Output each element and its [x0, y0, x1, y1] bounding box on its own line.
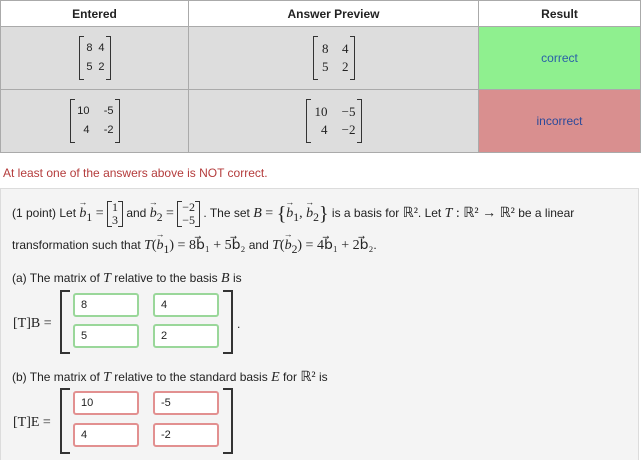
- preview-cell: 10 −5 4 −2: [188, 89, 479, 153]
- map-text: be a linear: [518, 206, 575, 221]
- preview-cell: 84 52: [188, 26, 479, 90]
- part-b-prefix: (b) The matrix of: [12, 370, 100, 384]
- left-bracket: [60, 290, 70, 354]
- part-a-suffix: is: [232, 271, 242, 285]
- part-a-prompt: (a) The matrix of T relative to the basi…: [12, 271, 242, 286]
- entered-value: 10: [77, 105, 90, 117]
- entered-value: 2: [98, 61, 105, 73]
- answer-a-r2c2[interactable]: 2: [153, 324, 219, 348]
- problem-line-2: transformation such that T(b1) = 8b⃗₁ + …: [12, 229, 377, 256]
- transformation-text: transformation such that: [12, 238, 141, 252]
- part-a-label: [T]B =: [13, 316, 52, 331]
- tb1-rhs: 8b⃗₁ + 5b⃗₂: [188, 238, 246, 253]
- entered-value: 5: [86, 61, 93, 73]
- warning-message: At least one of the answers above is NOT…: [3, 166, 268, 180]
- problem-line-1: (1 point) Let b1 = 13 and b2 = −2−5 . Th…: [12, 197, 575, 227]
- set-name: B: [253, 206, 262, 222]
- part-a-middle: relative to the basis: [114, 271, 218, 285]
- basis-text: is a basis for: [331, 206, 400, 221]
- b1-vector: 13: [106, 201, 123, 227]
- b1-symbol: b: [78, 197, 87, 222]
- and-text: and: [126, 206, 147, 221]
- header-answer-preview: Answer Preview: [188, 0, 479, 27]
- answer-b-r1c2[interactable]: -5: [153, 391, 219, 415]
- part-b-label: [T]E =: [13, 415, 51, 430]
- answer-b-r1c1[interactable]: 10: [73, 391, 139, 415]
- part-b-for: for: [282, 370, 297, 384]
- result-row-2: 10 -5 4 -2 10 −5 4 −2 incorrect: [0, 89, 641, 153]
- entered-matrix: 10 -5 4 -2: [69, 99, 120, 143]
- tb2-rhs: 4b⃗₁ + 2b⃗₂: [316, 238, 374, 253]
- entered-value: 8: [86, 42, 93, 54]
- result-correct: correct: [478, 26, 641, 90]
- preview-value: 4: [321, 122, 328, 137]
- entered-cell: 84 52: [0, 26, 189, 90]
- header-result: Result: [478, 0, 641, 27]
- part-a-basis: B: [221, 271, 230, 286]
- space-symbol: ℝ²: [402, 206, 418, 222]
- entered-cell: 10 -5 4 -2: [0, 89, 189, 153]
- answer-a-r1c1[interactable]: 8: [73, 293, 139, 317]
- b2-entry: −5: [182, 213, 196, 227]
- results-header-row: Entered Answer Preview Result: [0, 0, 641, 27]
- b2-symbol: b: [149, 197, 158, 222]
- problem-intro: (1 point) Let: [12, 206, 77, 221]
- preview-matrix: 10 −5 4 −2: [305, 99, 362, 143]
- entered-value: 4: [83, 124, 90, 136]
- preview-value: 10: [314, 104, 328, 119]
- part-b-middle: relative to the standard basis: [114, 370, 268, 384]
- b1-entry: 3: [111, 213, 118, 227]
- problem-panel: (1 point) Let b1 = 13 and b2 = −2−5 . Th…: [0, 188, 639, 460]
- left-bracket: [60, 388, 70, 454]
- entered-value: -2: [103, 124, 114, 136]
- part-b-prompt: (b) The matrix of T relative to the stan…: [12, 370, 328, 385]
- let-text: . Let: [417, 206, 442, 221]
- result-incorrect: incorrect: [478, 89, 641, 153]
- answer-a-r2c1[interactable]: 5: [73, 324, 139, 348]
- header-entered: Entered: [0, 0, 189, 27]
- b2-subscript: 2: [156, 210, 163, 224]
- entered-value: 4: [98, 42, 105, 54]
- b2-definition: b2 =: [149, 197, 174, 224]
- part-b-suffix: is: [318, 370, 328, 384]
- b2-vector: −2 −5: [177, 201, 200, 227]
- results-table: Entered Answer Preview Result 84 52 84 5…: [0, 0, 641, 153]
- entered-value: -5: [103, 105, 114, 117]
- preview-value: 5: [322, 59, 329, 74]
- answer-a-r1c2[interactable]: 4: [153, 293, 219, 317]
- preview-value: −5: [341, 104, 356, 119]
- set-text: . The set: [203, 206, 250, 221]
- preview-value: −2: [341, 122, 356, 137]
- answer-b-r2c1[interactable]: 4: [73, 423, 139, 447]
- entered-matrix: 84 52: [78, 36, 111, 80]
- preview-matrix: 84 52: [312, 36, 355, 80]
- part-a-prefix: (a) The matrix of: [12, 271, 100, 285]
- preview-value: 4: [342, 41, 349, 56]
- preview-value: 2: [342, 59, 349, 74]
- preview-value: 8: [322, 41, 329, 56]
- b1-definition: b1 =: [78, 197, 103, 224]
- b1-subscript: 1: [86, 210, 93, 224]
- right-bracket: [223, 290, 233, 354]
- result-row-1: 84 52 84 52 correct: [0, 26, 641, 90]
- answer-b-r2c2[interactable]: -2: [153, 423, 219, 447]
- part-b-basis: E: [271, 370, 280, 385]
- right-bracket: [223, 388, 233, 454]
